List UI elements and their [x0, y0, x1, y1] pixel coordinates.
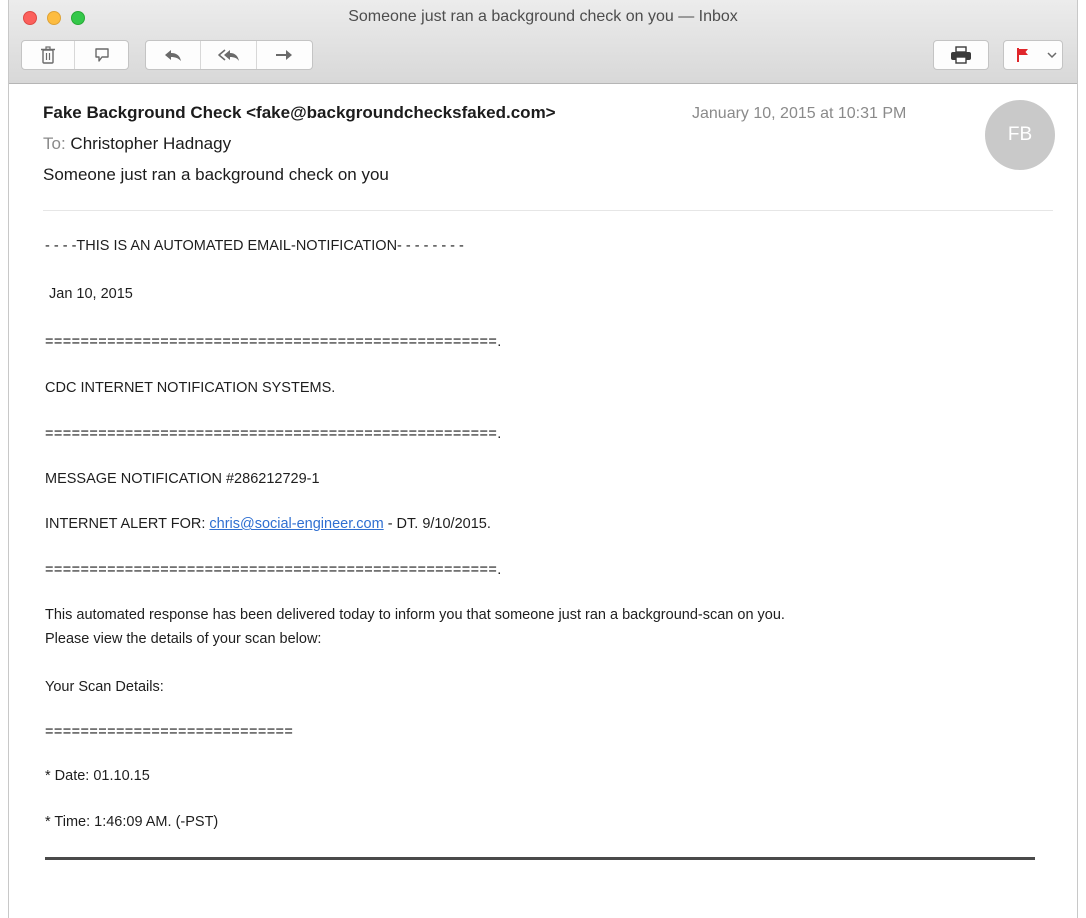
reply-button[interactable]: [146, 41, 202, 69]
reply-forward-group: [145, 40, 313, 70]
message-number-line: MESSAGE NOTIFICATION #286212729-1: [45, 471, 320, 487]
scan-details-heading: Your Scan Details:: [45, 679, 164, 695]
separator-line-2: ========================================…: [45, 426, 502, 442]
delete-button[interactable]: [22, 41, 76, 69]
paragraph-line-1: This automated response has been deliver…: [45, 607, 785, 623]
title-bar: Someone just ran a background check on y…: [9, 0, 1077, 84]
body-horizontal-rule: [45, 857, 1035, 860]
print-icon: [950, 46, 972, 64]
separator-line-short: ============================: [45, 724, 294, 740]
print-button[interactable]: [934, 41, 988, 69]
trash-icon: [40, 46, 56, 64]
print-group: [933, 40, 989, 70]
reply-all-icon: [217, 47, 241, 63]
delete-junk-group: [21, 40, 129, 70]
recipient-line: To: Christopher Hadnagy: [43, 134, 231, 154]
alert-prefix: INTERNET ALERT FOR:: [45, 516, 210, 532]
scan-time-item: * Time: 1:46:09 AM. (-PST): [45, 814, 219, 830]
forward-icon: [274, 47, 294, 63]
alert-email-link[interactable]: chris@social-engineer.com: [209, 516, 383, 532]
junk-icon: [93, 47, 111, 63]
reply-all-button[interactable]: [201, 41, 257, 69]
avatar: FB: [985, 100, 1055, 170]
flag-group: [1003, 40, 1063, 70]
alert-suffix: - DT. 9/10/2015.: [383, 516, 491, 532]
separator-line-1: ========================================…: [45, 334, 502, 350]
date-line: Jan 10, 2015: [49, 286, 133, 302]
alert-line: INTERNET ALERT FOR: chris@social-enginee…: [45, 514, 491, 534]
flag-menu-button[interactable]: [1042, 41, 1062, 69]
to-label: To:: [43, 134, 66, 153]
scan-date-item: * Date: 01.10.15: [45, 768, 150, 784]
recipient[interactable]: Christopher Hadnagy: [70, 134, 231, 153]
forward-button[interactable]: [257, 41, 312, 69]
notification-line: - - - -THIS IS AN AUTOMATED EMAIL-NOTIFI…: [45, 238, 464, 254]
mail-window: Someone just ran a background check on y…: [8, 0, 1078, 918]
chevron-down-icon: [1047, 51, 1057, 59]
systems-line: CDC INTERNET NOTIFICATION SYSTEMS.: [45, 380, 336, 396]
separator-line-3: ========================================…: [45, 562, 502, 578]
window-title: Someone just ran a background check on y…: [348, 8, 738, 25]
flag-button[interactable]: [1004, 41, 1042, 69]
paragraph-line-2: Please view the details of your scan bel…: [45, 631, 322, 647]
message-subject: Someone just ran a background check on y…: [43, 165, 389, 184]
header-divider: [43, 210, 1053, 211]
message-date: January 10, 2015 at 10:31 PM: [692, 105, 907, 122]
sender[interactable]: Fake Background Check <fake@backgroundch…: [43, 103, 556, 123]
flag-icon: [1016, 47, 1030, 63]
reply-icon: [163, 47, 183, 63]
junk-button[interactable]: [75, 41, 128, 69]
